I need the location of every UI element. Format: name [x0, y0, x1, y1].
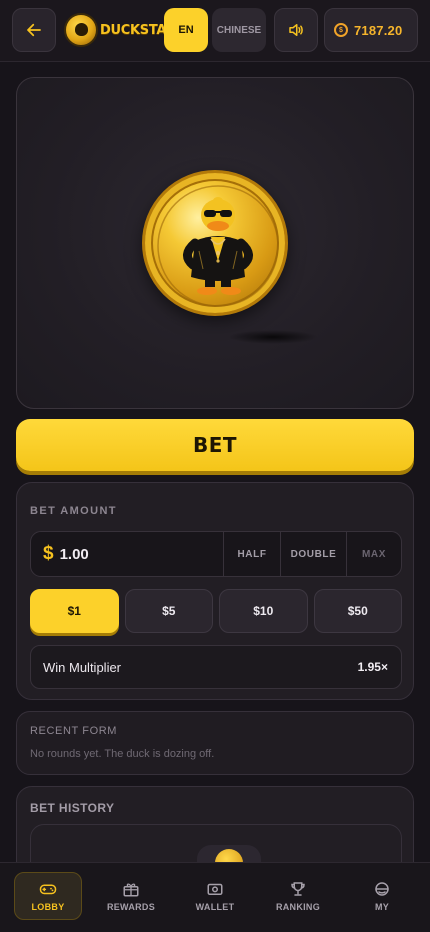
duck-coin-icon	[142, 170, 288, 316]
nav-my-label: MY	[374, 902, 390, 912]
top-bar: DUCKSTAKE EN CHINESE $ 7187.20	[0, 0, 430, 62]
speaker-icon	[289, 24, 303, 36]
duck-logo-icon	[64, 13, 98, 47]
nav-my[interactable]: MY	[348, 872, 416, 920]
nav-lobby-label: LOBBY	[31, 902, 65, 912]
win-multiplier-value: 1.95×	[357, 660, 388, 674]
chip-10-button[interactable]: $10	[219, 589, 308, 633]
wallet-icon	[207, 883, 223, 895]
gamepad-icon	[39, 884, 57, 895]
double-button[interactable]: DOUBLE	[280, 532, 346, 576]
nav-ranking[interactable]: RANKING	[264, 872, 332, 920]
chip-5-button[interactable]: $5	[124, 589, 213, 633]
bet-amount-label: BET AMOUNT	[30, 505, 117, 517]
language-chinese-button[interactable]: CHINESE	[212, 8, 266, 52]
nav-wallet[interactable]: WALLET	[181, 872, 249, 920]
win-multiplier-row: Win Multiplier 1.95×	[30, 645, 402, 689]
recent-form-card: RECENT FORM No rounds yet. The duck is d…	[16, 711, 414, 775]
win-multiplier-label: Win Multiplier	[43, 659, 122, 675]
coin-icon: $	[334, 23, 348, 37]
half-button[interactable]: HALF	[223, 532, 280, 576]
sound-toggle-button[interactable]	[274, 8, 318, 52]
balance-display[interactable]: $ 7187.20	[324, 8, 418, 52]
language-en-button[interactable]: EN	[164, 8, 208, 52]
nav-rewards-label: REWARDS	[106, 902, 156, 912]
chip-1-button[interactable]: $1	[30, 589, 119, 633]
coin-shadow	[228, 330, 318, 344]
balance-value: 7187.20	[354, 22, 403, 38]
nav-lobby[interactable]: LOBBY	[14, 872, 82, 920]
bet-amount-field[interactable]: $ 1.00 HALF DOUBLE MAX	[30, 531, 402, 577]
arrow-left-icon	[27, 23, 41, 37]
back-button[interactable]	[12, 8, 56, 52]
quick-bet-chips: $1 $5 $10 $50	[30, 589, 402, 633]
max-button[interactable]: MAX	[346, 532, 401, 576]
nav-rewards[interactable]: REWARDS	[97, 872, 165, 920]
trophy-icon	[291, 882, 305, 896]
bet-amount-input[interactable]: $ 1.00	[31, 532, 223, 576]
nav-ranking-label: RANKING	[275, 902, 321, 912]
recent-form-title: RECENT FORM	[30, 725, 118, 737]
bet-history-title: BET HISTORY	[30, 801, 115, 815]
bet-controls-card: BET AMOUNT $ 1.00 HALF DOUBLE MAX $1 $5 …	[16, 482, 414, 700]
nav-wallet-label: WALLET	[195, 902, 235, 912]
bet-amount-value: 1.00	[59, 545, 89, 563]
user-icon	[375, 882, 389, 896]
dollar-icon: $	[43, 543, 54, 564]
bet-button[interactable]: BET	[16, 419, 414, 471]
gift-icon	[123, 883, 139, 897]
bottom-navigation: LOBBY REWARDS WALLET RANKING MY	[0, 862, 430, 932]
chip-50-button[interactable]: $50	[313, 589, 402, 633]
recent-form-empty-text: No rounds yet. The duck is dozing off.	[30, 748, 215, 760]
